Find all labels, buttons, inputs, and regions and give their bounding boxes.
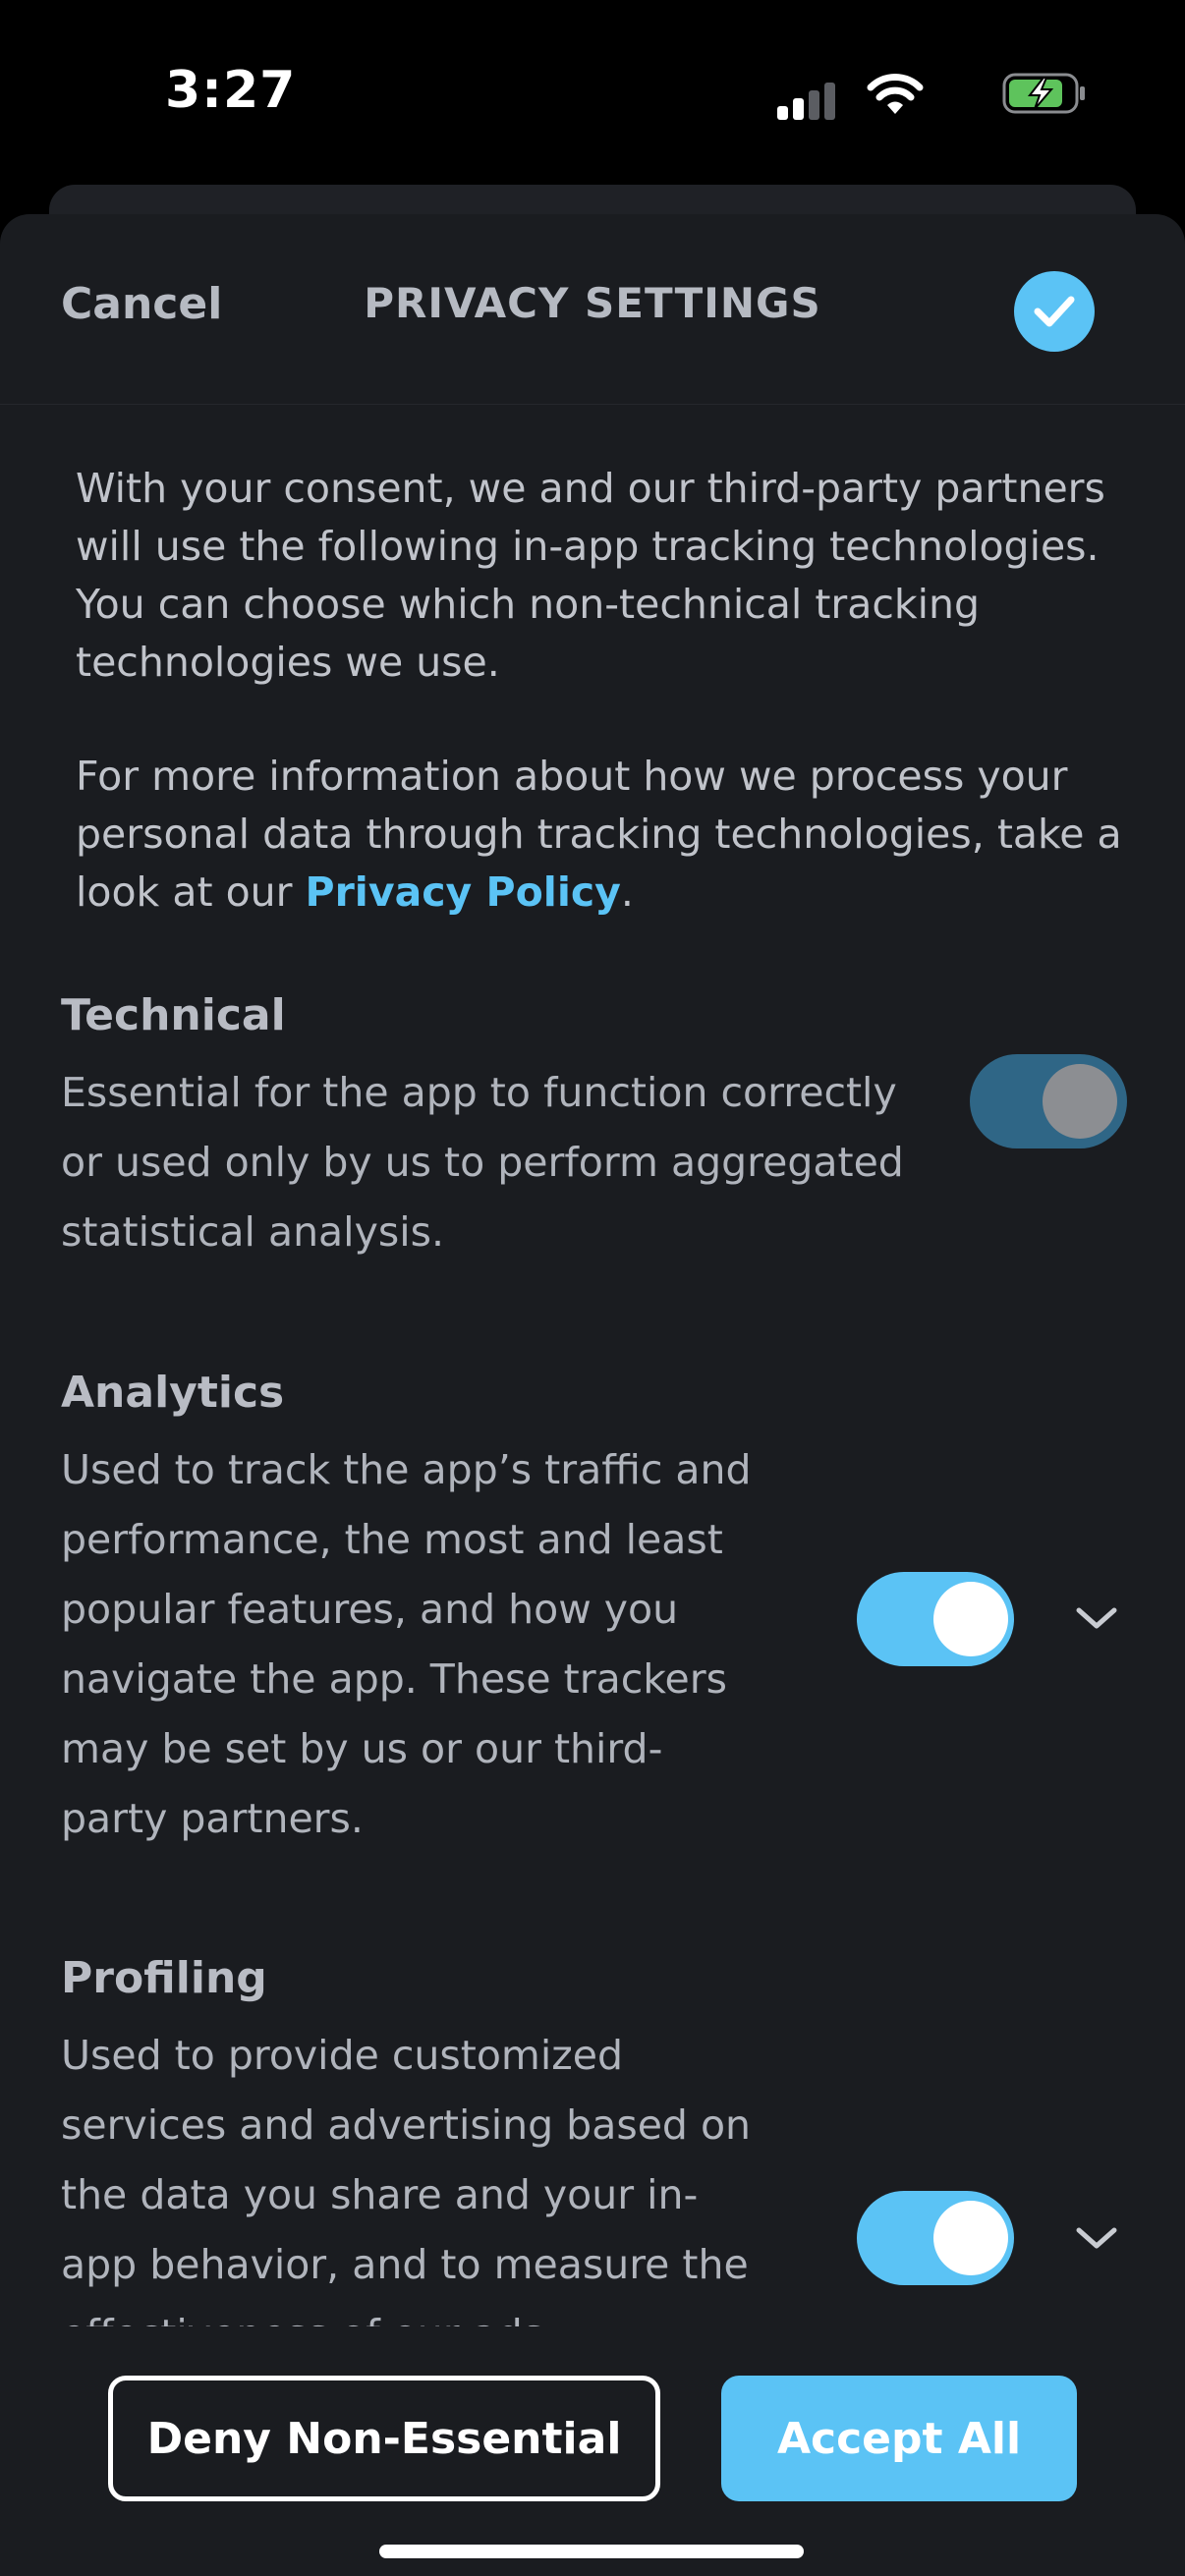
section-title: Analytics [61, 1368, 285, 1418]
accept-all-button[interactable]: Accept All [721, 2376, 1077, 2501]
toggle-knob [933, 2201, 1008, 2275]
footer-actions: Deny Non-Essential Accept All [0, 2326, 1185, 2576]
section-title: Technical [61, 990, 286, 1040]
technical-toggle [970, 1054, 1127, 1148]
section-analytics: Analytics Used to track the app’s traffi… [61, 1368, 1152, 1854]
intro-paragraph-policy: For more information about how we proces… [76, 748, 1137, 922]
confirm-button[interactable] [1014, 271, 1095, 352]
privacy-settings-sheet: Cancel PRIVACY SETTINGS With your consen… [0, 214, 1185, 2576]
wifi-icon [866, 73, 925, 116]
section-description: Used to track the app’s traffic and perf… [61, 1446, 752, 1842]
status-time: 3:27 [165, 61, 297, 120]
intro-period: . [620, 868, 634, 916]
toggle-knob [933, 1582, 1008, 1656]
status-bar: 3:27 [0, 0, 1185, 187]
signal-icon [777, 81, 836, 120]
intro-text: With your consent, we and our third-part… [76, 460, 1137, 922]
section-description: Essential for the app to function correc… [61, 1069, 904, 1256]
battery-charging-icon [1002, 73, 1087, 114]
page-title: PRIVACY SETTINGS [364, 279, 821, 327]
section-profiling: Profiling Used to provide customized ser… [61, 1953, 1152, 2370]
status-icons [694, 69, 1087, 120]
sheet-header: Cancel PRIVACY SETTINGS [0, 214, 1185, 405]
chevron-down-icon[interactable] [1073, 2223, 1120, 2253]
deny-non-essential-button[interactable]: Deny Non-Essential [108, 2376, 660, 2501]
section-description: Used to provide customized services and … [61, 2032, 752, 2358]
home-indicator[interactable] [379, 2545, 804, 2558]
privacy-policy-link[interactable]: Privacy Policy [306, 868, 621, 916]
section-title: Profiling [61, 1953, 267, 2003]
section-technical: Technical Essential for the app to funct… [61, 990, 1152, 1267]
toggle-knob [1043, 1064, 1117, 1139]
checkmark-icon [1034, 296, 1075, 327]
analytics-toggle[interactable] [857, 1572, 1014, 1666]
intro-paragraph: With your consent, we and our third-part… [76, 465, 1105, 686]
chevron-down-icon[interactable] [1073, 1603, 1120, 1633]
profiling-toggle[interactable] [857, 2191, 1014, 2285]
